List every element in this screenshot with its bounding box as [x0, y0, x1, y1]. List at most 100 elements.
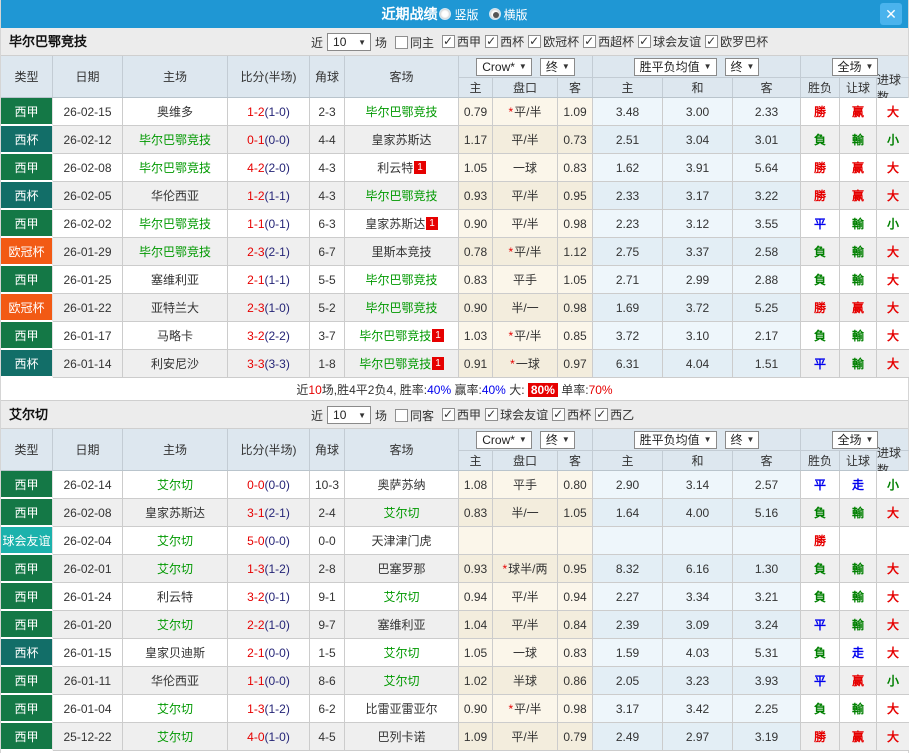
- away-team-name: 比雷亚雷亚尔: [365, 702, 438, 716]
- match-type-cell: 西甲: [1, 266, 53, 294]
- odds-home-cell: 1.17: [459, 126, 493, 154]
- card-badge: 1: [414, 161, 426, 174]
- avg-away-cell: 1.30: [733, 555, 801, 583]
- odds-away-cell: 1.12: [558, 238, 593, 266]
- odds-home-cell: [459, 527, 493, 555]
- away-team-cell: 艾尔切: [345, 499, 459, 527]
- score-cell: 2-3 (1-0): [228, 294, 310, 322]
- corner-cell: 6-3: [310, 210, 345, 238]
- league-checkbox-group: 西甲 球会友谊 西杯 西乙: [438, 406, 634, 424]
- avg-odds-select[interactable]: 胜平负均值 ▼: [633, 430, 717, 449]
- league-checkbox[interactable]: 西甲: [442, 406, 481, 423]
- avg-away-cell: 3.93: [733, 667, 801, 695]
- summary-segment: 场,胜4平2负4, 胜率:: [321, 382, 428, 397]
- same-away-checkbox[interactable]: 同客: [395, 407, 434, 424]
- away-team-cell: 皇家苏斯达: [345, 126, 459, 154]
- col-header-wl: 胜负: [801, 451, 840, 470]
- avg-draw-cell: 3.00: [663, 98, 733, 126]
- league-checkbox[interactable]: 西甲: [442, 33, 481, 50]
- scope-select[interactable]: 全场 ▼: [831, 57, 879, 76]
- col-header-handicap-result: 让球: [840, 451, 877, 470]
- half-score: (1-1): [264, 272, 290, 287]
- layout-radio-option[interactable]: 横版: [488, 6, 528, 23]
- score-cell: 1-2 (1-1): [228, 182, 310, 210]
- avg-odds-select[interactable]: 胜平负均值 ▼: [633, 57, 717, 76]
- col-header-avg-draw: 和: [663, 78, 733, 97]
- away-team-cell: 塞维利亚: [345, 611, 459, 639]
- avg-away-cell: 2.17: [733, 322, 801, 350]
- full-score: 4-0: [247, 729, 265, 744]
- match-date-cell: 26-01-14: [53, 350, 123, 378]
- league-checkbox[interactable]: 西乙: [595, 406, 634, 423]
- match-type-cell: 球会友谊: [1, 527, 53, 555]
- full-score: 2-1: [247, 645, 265, 660]
- home-team-cell: 艾尔切: [123, 527, 228, 555]
- full-score: 5-0: [247, 533, 265, 548]
- away-team-cell: 比雷亚雷亚尔: [345, 695, 459, 723]
- odds-home-cell: 0.93: [459, 182, 493, 210]
- handicap-cell: * 平/半: [493, 98, 558, 126]
- full-score: 3-3: [247, 356, 265, 371]
- half-score: (2-2): [264, 328, 290, 343]
- league-checkbox[interactable]: 西杯: [485, 33, 524, 50]
- half-score: (1-0): [264, 104, 290, 119]
- league-checkbox[interactable]: 西超杯: [583, 33, 634, 50]
- avg-draw-cell: 4.00: [663, 499, 733, 527]
- league-checkbox[interactable]: 球会友谊: [485, 406, 548, 423]
- corner-cell: 6-7: [310, 238, 345, 266]
- close-button[interactable]: ✕: [880, 3, 902, 25]
- goals-result-cell: 大: [877, 98, 909, 126]
- league-checkbox[interactable]: 欧冠杯: [528, 33, 579, 50]
- table-row: 西甲 26-01-24 利云特 3-2 (0-1) 9-1 艾尔切 0.94 平/…: [1, 583, 909, 611]
- same-home-checkbox[interactable]: 同主: [395, 34, 434, 51]
- col-header-type: 类型: [1, 56, 53, 97]
- away-team-cell: 毕尔巴鄂竞技: [345, 266, 459, 294]
- league-checkbox[interactable]: 西杯: [552, 406, 591, 423]
- col-header-type: 类型: [1, 429, 53, 470]
- bookmaker-select[interactable]: Crow* ▼: [476, 57, 532, 76]
- avg-home-cell: 3.17: [593, 695, 663, 723]
- away-team-cell: 奥萨苏纳: [345, 471, 459, 499]
- table-row: 西甲 26-02-02 毕尔巴鄂竞技 1-1 (0-1) 6-3 皇家苏斯达 1 0…: [1, 210, 909, 238]
- away-team-cell: 艾尔切: [345, 583, 459, 611]
- score-cell: 2-2 (1-0): [228, 611, 310, 639]
- final-odds-select-2[interactable]: 终 ▼: [724, 57, 760, 76]
- corner-cell: 4-4: [310, 126, 345, 154]
- league-checkbox[interactable]: 球会友谊: [638, 33, 701, 50]
- half-score: (1-0): [264, 300, 290, 315]
- match-count-select[interactable]: 10 ▼: [327, 406, 372, 424]
- home-team-name: 艾尔切: [156, 478, 193, 492]
- avg-home-cell: 2.90: [593, 471, 663, 499]
- home-team-name: 奥维多: [156, 105, 193, 119]
- match-type-cell: 欧冠杯: [1, 238, 53, 266]
- checkbox-icon: [442, 34, 456, 48]
- away-team-cell: 毕尔巴鄂竞技: [345, 294, 459, 322]
- scope-select[interactable]: 全场 ▼: [831, 430, 879, 449]
- avg-draw-cell: 6.16: [663, 555, 733, 583]
- layout-radio-option[interactable]: 竖版: [439, 6, 479, 23]
- league-checkbox[interactable]: 欧罗巴杯: [705, 33, 768, 50]
- final-odds-select-1[interactable]: 终 ▼: [539, 57, 575, 76]
- away-team-name: 巴塞罗那: [377, 562, 426, 576]
- final-odds-select-2[interactable]: 终 ▼: [724, 430, 760, 449]
- chevron-down-icon: ▼: [358, 37, 367, 47]
- full-score: 2-3: [247, 300, 265, 315]
- away-team-name: 皇家苏斯达: [371, 133, 432, 147]
- col-header-handicap-result: 让球: [840, 78, 877, 97]
- match-type-cell: 西甲: [1, 499, 53, 527]
- handicap-result-cell: 輸: [840, 611, 877, 639]
- half-score: (1-1): [264, 188, 290, 203]
- score-cell: 3-2 (0-1): [228, 583, 310, 611]
- odds-away-cell: 1.05: [558, 266, 593, 294]
- final-odds-select-1[interactable]: 终 ▼: [539, 430, 575, 449]
- match-count-select[interactable]: 10 ▼: [327, 33, 372, 51]
- odds-away-cell: 0.79: [558, 723, 593, 751]
- bookmaker-select[interactable]: Crow* ▼: [476, 430, 532, 449]
- half-score: (0-1): [264, 216, 290, 231]
- wl-result-cell: 平: [801, 210, 840, 238]
- home-team-name: 皇家苏斯达: [144, 506, 205, 520]
- col-header-odds-away: 客: [558, 78, 593, 97]
- score-cell: 2-3 (2-1): [228, 238, 310, 266]
- goals-result-cell: 小: [877, 667, 909, 695]
- chevron-down-icon: ▼: [518, 62, 527, 71]
